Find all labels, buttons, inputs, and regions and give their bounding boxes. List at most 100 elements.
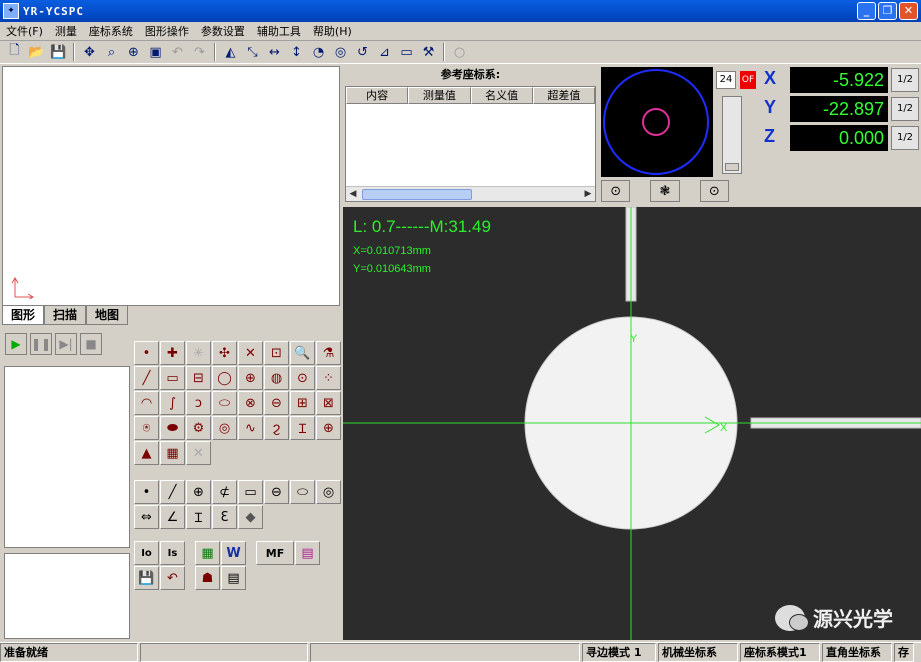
- construct-circle-center-icon[interactable]: ⊕: [186, 480, 211, 504]
- menu-graphic-operations[interactable]: 图形操作: [139, 23, 195, 39]
- measurement-list[interactable]: [4, 366, 130, 548]
- target-icon[interactable]: ⊙: [601, 180, 631, 202]
- scroll-left-icon[interactable]: ◀: [346, 187, 360, 201]
- ring-light-icon[interactable]: ❃: [650, 180, 680, 202]
- open-folder-icon[interactable]: 📂: [26, 42, 47, 62]
- play-icon[interactable]: ▶: [5, 333, 27, 355]
- minimize-button[interactable]: _: [857, 2, 876, 20]
- arc-tool-icon[interactable]: ◠: [134, 391, 159, 415]
- half-button[interactable]: 1/2: [891, 126, 919, 150]
- stop-icon[interactable]: ■: [80, 333, 102, 355]
- construct-line-icon[interactable]: ╱: [160, 480, 185, 504]
- construct-distance-icon[interactable]: ⇔: [134, 505, 159, 529]
- calculator-icon[interactable]: ▦: [160, 441, 185, 465]
- gear-circle-icon[interactable]: ⚙: [186, 416, 211, 440]
- circle-grid-icon[interactable]: ⊗: [238, 391, 263, 415]
- zoom-level-field[interactable]: 24: [716, 71, 736, 89]
- save-program-icon[interactable]: 💾: [134, 566, 159, 590]
- multi-circle-icon[interactable]: ⁘: [316, 366, 341, 390]
- light-slider[interactable]: [722, 96, 742, 174]
- close-button[interactable]: ✕: [899, 2, 918, 20]
- pan-move-icon[interactable]: ✥: [79, 42, 100, 62]
- horizontal-distance-icon[interactable]: ↔: [264, 42, 285, 62]
- wave-tool-icon[interactable]: ∿: [238, 416, 263, 440]
- cancel-tool-icon[interactable]: ✕: [186, 441, 211, 465]
- line-tool-icon[interactable]: ╱: [134, 366, 159, 390]
- ring-tool-icon[interactable]: ◎: [212, 416, 237, 440]
- focus-icon[interactable]: ⊙: [699, 180, 729, 202]
- rotate-axes-icon[interactable]: ⤡: [242, 42, 263, 62]
- column-header-content[interactable]: 内容: [346, 87, 409, 104]
- restore-button[interactable]: ❐: [878, 2, 897, 20]
- slot-box-icon[interactable]: ⊠: [316, 391, 341, 415]
- point-tool-icon[interactable]: •: [134, 341, 159, 365]
- construct-plane-icon[interactable]: ◆: [238, 505, 263, 529]
- circle-clock-icon[interactable]: ◔: [308, 42, 329, 62]
- zoom-all-icon[interactable]: ▣: [145, 42, 166, 62]
- scroll-thumb[interactable]: [362, 189, 472, 200]
- vertical-distance-icon[interactable]: ↕: [286, 42, 307, 62]
- horizontal-scrollbar[interactable]: ◀ ▶: [346, 186, 595, 201]
- menu-coordinate-system[interactable]: 座标系统: [83, 23, 139, 39]
- column-header-tolerance[interactable]: 超差值: [532, 87, 595, 104]
- arc-three-point-icon[interactable]: ↄ: [186, 391, 211, 415]
- light-off-indicator[interactable]: OF: [740, 71, 756, 89]
- double-line-icon[interactable]: ⊟: [186, 366, 211, 390]
- is-button[interactable]: Is: [160, 541, 185, 565]
- key-slot-icon[interactable]: ⍟: [134, 416, 159, 440]
- zoom-center-icon[interactable]: ⊕: [123, 42, 144, 62]
- window-frame-icon[interactable]: ▭: [396, 42, 417, 62]
- undo-icon[interactable]: ↶: [167, 42, 188, 62]
- slot-tool-icon[interactable]: ⬬: [160, 416, 185, 440]
- circle-three-point-icon[interactable]: ◍: [264, 366, 289, 390]
- io-button[interactable]: Io: [134, 541, 159, 565]
- circle-crosshair-icon[interactable]: ⊕: [238, 366, 263, 390]
- construct-rect-icon[interactable]: ▭: [238, 480, 263, 504]
- corner-angle-icon[interactable]: ⊿: [374, 42, 395, 62]
- construct-arc-icon[interactable]: ⊄: [212, 480, 237, 504]
- redo-icon[interactable]: ↷: [189, 42, 210, 62]
- word-export-icon[interactable]: W: [221, 541, 246, 565]
- camera-view[interactable]: L: 0.7------M:31.49 X=0.010713mm Y=0.010…: [343, 207, 921, 640]
- angle-point-icon[interactable]: ✕: [238, 341, 263, 365]
- freeform-tool-icon[interactable]: ϩ: [264, 416, 289, 440]
- construct-slot-center-icon[interactable]: ⊖: [264, 480, 289, 504]
- pause-icon[interactable]: ❚❚: [30, 333, 52, 355]
- oval-tool-icon[interactable]: ⊖: [264, 391, 289, 415]
- tab-graphic[interactable]: 图形: [2, 306, 45, 325]
- construct-height-icon[interactable]: Ɪ: [186, 505, 211, 529]
- construct-curve-icon[interactable]: Ɛ: [212, 505, 237, 529]
- overview-scope[interactable]: [601, 67, 713, 177]
- rect-circle-icon[interactable]: ⊞: [290, 391, 315, 415]
- excel-export-icon[interactable]: ▦: [195, 541, 220, 565]
- construct-slot-icon[interactable]: ⬭: [290, 480, 315, 504]
- half-button[interactable]: 1/2: [891, 97, 919, 121]
- rotate-arrow-icon[interactable]: ↺: [352, 42, 373, 62]
- graphic-canvas[interactable]: [2, 66, 340, 306]
- color-palette-icon[interactable]: ▤: [295, 541, 320, 565]
- ellipse-tool-icon[interactable]: ⬭: [212, 391, 237, 415]
- menu-help[interactable]: 帮助(H): [307, 23, 358, 39]
- report-document-icon[interactable]: ▤: [221, 566, 246, 590]
- undo-step-icon[interactable]: ↶: [160, 566, 185, 590]
- construct-point-icon[interactable]: •: [134, 480, 159, 504]
- curve-tool-icon[interactable]: ∫: [160, 391, 185, 415]
- tools-hammer-icon[interactable]: ⚒: [418, 42, 439, 62]
- menu-parameter-settings[interactable]: 参数设置: [195, 23, 251, 39]
- rect-line-icon[interactable]: ▭: [160, 366, 185, 390]
- disabled-circle-icon[interactable]: ○: [449, 42, 470, 62]
- magnifier-icon[interactable]: 🔍: [290, 341, 315, 365]
- step-forward-icon[interactable]: ▶|: [55, 333, 77, 355]
- new-file-icon[interactable]: 🗋: [4, 42, 25, 62]
- half-button[interactable]: 1/2: [891, 68, 919, 92]
- probe-tool-icon[interactable]: ▲: [134, 441, 159, 465]
- menu-file[interactable]: 文件(F): [0, 23, 49, 39]
- target-circle-icon[interactable]: ◎: [330, 42, 351, 62]
- save-disk-icon[interactable]: 💾: [48, 42, 69, 62]
- align-triangle-icon[interactable]: ◭: [220, 42, 241, 62]
- tab-scan[interactable]: 扫描: [44, 306, 87, 325]
- reference-table[interactable]: 内容 测量值 名义值 超差值 ◀ ▶: [345, 86, 596, 202]
- scroll-right-icon[interactable]: ▶: [581, 187, 595, 201]
- scale-point-icon[interactable]: ⚗: [316, 341, 341, 365]
- auto-point-icon[interactable]: ✣: [212, 341, 237, 365]
